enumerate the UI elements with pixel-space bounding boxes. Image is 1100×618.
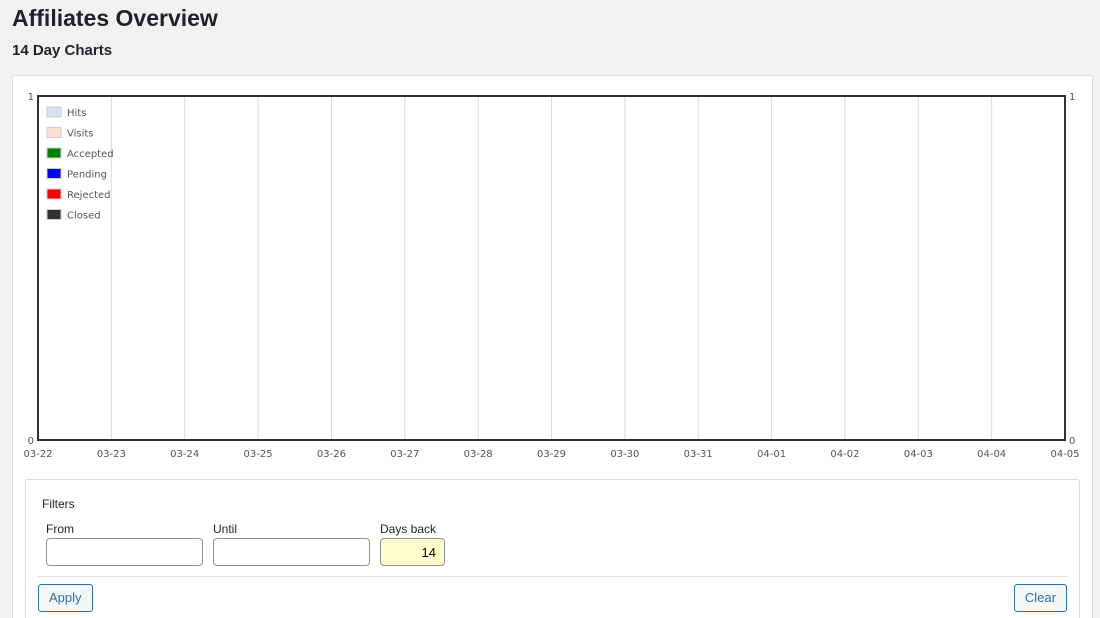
x-tick-label: 03-24 (170, 449, 199, 460)
legend-label-accepted: Accepted (67, 149, 114, 160)
filters-box: Filters From Until Days back Apply Clear (25, 479, 1080, 618)
from-label: From (46, 522, 74, 536)
x-tick-label: 04-02 (830, 449, 859, 460)
legend-swatch-hits (46, 106, 62, 118)
days-back-label: Days back (380, 522, 437, 536)
legend-swatch-accepted (46, 147, 62, 159)
from-field-group: From (46, 522, 203, 566)
days-back-input[interactable] (380, 538, 445, 566)
until-input[interactable] (213, 538, 370, 566)
y-tick-label: 0 (28, 436, 34, 447)
clear-button[interactable]: Clear (1013, 584, 1067, 612)
filters-heading: Filters (42, 497, 75, 511)
x-tick-label: 03-27 (390, 449, 419, 460)
x-tick-label: 03-29 (537, 449, 566, 460)
filters-divider (38, 576, 1067, 577)
legend-swatch-pending (46, 168, 62, 179)
x-tick-label: 03-26 (317, 449, 346, 460)
y2-tick-label: 0 (1069, 436, 1075, 447)
y-tick-label: 1 (28, 92, 34, 103)
days-back-field-group: Days back (380, 522, 445, 566)
x-tick-label: 03-22 (23, 449, 52, 460)
x-tick-label: 04-01 (757, 449, 786, 460)
section-title: 14 Day Charts (12, 42, 113, 59)
x-tick-label: 04-04 (977, 449, 1006, 460)
legend-swatch-closed (46, 209, 62, 220)
legend-swatch-visits (46, 127, 62, 138)
legend-label-hits: Hits (67, 108, 86, 119)
until-field-group: Until (213, 522, 370, 566)
x-tick-label: 03-31 (684, 449, 713, 460)
y2-tick-label: 1 (1069, 92, 1075, 103)
x-tick-label: 03-25 (244, 449, 273, 460)
until-label: Until (213, 522, 238, 536)
apply-button[interactable]: Apply (38, 584, 93, 612)
legend-label-pending: Pending (67, 170, 107, 181)
page: Affiliates Overview 14 Day Charts 03-22 0… (0, 0, 1100, 618)
x-tick-label: 03-30 (610, 449, 639, 460)
legend-label-visits: Visits (67, 129, 94, 140)
x-tick-label: 04-05 (1050, 449, 1079, 460)
legend-label-closed: Closed (67, 211, 101, 222)
legend-swatch-rejected (46, 188, 62, 200)
page-title: Affiliates Overview (12, 5, 218, 31)
x-tick-label: 03-28 (464, 449, 493, 460)
overview-chart: 03-22 03-23 03-24 03-25 03-26 03-27 03-28 03-29… (23, 92, 1079, 460)
x-tick-label: 03-23 (97, 449, 126, 460)
x-tick-label: 04-03 (904, 449, 933, 460)
legend-label-rejected: Rejected (67, 190, 111, 201)
from-input[interactable] (46, 538, 203, 566)
